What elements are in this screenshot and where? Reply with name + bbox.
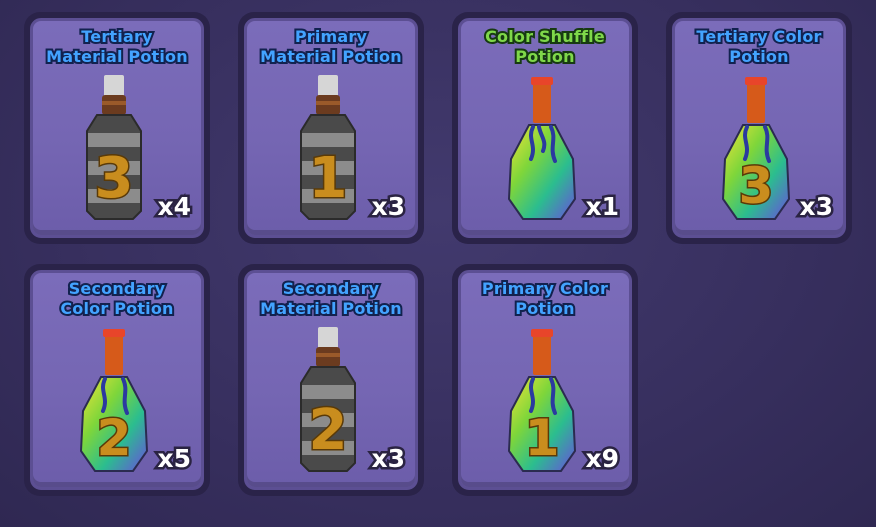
item-count: x1 xyxy=(583,190,621,224)
potion-number: 2 xyxy=(97,409,132,467)
item-count: x3 xyxy=(369,442,407,476)
potion-card-color-shuffle[interactable]: Color Shuffle Potion x1 xyxy=(452,12,638,244)
potion-number: 3 xyxy=(739,157,774,215)
potion-title: Color Shuffle Potion xyxy=(483,25,607,68)
grey-striped-bottle-icon: 1 xyxy=(300,75,356,220)
item-count: x4 xyxy=(155,190,193,224)
item-count: x3 xyxy=(797,190,835,224)
potion-card-primary-color[interactable]: Primary Color Potion 1 x9 xyxy=(452,264,638,496)
potion-title: Secondary Color Potion xyxy=(58,277,175,320)
potion-title: Primary Color Potion xyxy=(480,277,610,320)
potion-title: Tertiary Material Potion xyxy=(44,25,189,68)
potion-title: Secondary Material Potion xyxy=(258,277,403,320)
potion-card-body: Color Shuffle Potion x1 xyxy=(458,18,632,238)
item-count: x9 xyxy=(583,442,621,476)
potion-number: 1 xyxy=(309,146,348,211)
potion-card-body: Primary Color Potion 1 x9 xyxy=(458,270,632,490)
rainbow-bottle-icon: 2 xyxy=(79,329,149,472)
potion-number: 2 xyxy=(309,398,348,463)
item-count: x3 xyxy=(369,190,407,224)
grey-striped-bottle-icon: 3 xyxy=(86,75,142,220)
potion-number: 1 xyxy=(525,409,560,467)
potion-card-secondary-color[interactable]: Secondary Color Potion 2 x5 xyxy=(24,264,210,496)
potion-inventory-grid: Tertiary Material Potion 3 x4 Primary Ma… xyxy=(0,0,876,527)
potion-card-body: Primary Material Potion 1 x3 xyxy=(244,18,418,238)
potion-card-body: Tertiary Color Potion 3 x3 xyxy=(672,18,846,238)
potion-card-primary-material[interactable]: Primary Material Potion 1 x3 xyxy=(238,12,424,244)
potion-title: Primary Material Potion xyxy=(258,25,403,68)
potion-card-tertiary-color[interactable]: Tertiary Color Potion 3 x3 xyxy=(666,12,852,244)
rainbow-bottle-icon: 3 xyxy=(721,77,791,220)
potion-number: 3 xyxy=(95,146,134,211)
potion-card-body: Tertiary Material Potion 3 x4 xyxy=(30,18,204,238)
rainbow-bottle-icon xyxy=(507,77,577,220)
potion-card-body: Secondary Material Potion 2 x3 xyxy=(244,270,418,490)
potion-card-tertiary-material[interactable]: Tertiary Material Potion 3 x4 xyxy=(24,12,210,244)
grey-striped-bottle-icon: 2 xyxy=(300,327,356,472)
potion-title: Tertiary Color Potion xyxy=(694,25,823,68)
rainbow-bottle-icon: 1 xyxy=(507,329,577,472)
potion-card-body: Secondary Color Potion 2 x5 xyxy=(30,270,204,490)
potion-card-secondary-material[interactable]: Secondary Material Potion 2 x3 xyxy=(238,264,424,496)
item-count: x5 xyxy=(155,442,193,476)
